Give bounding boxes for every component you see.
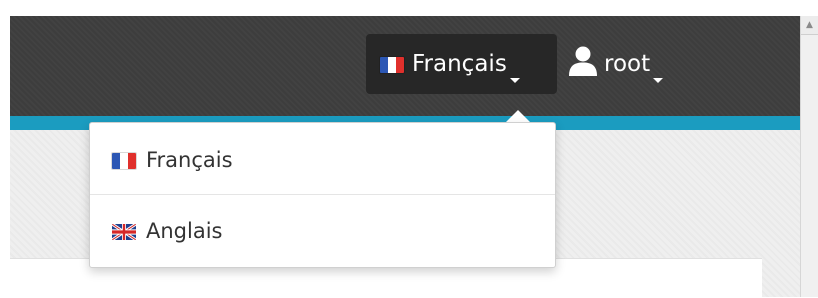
france-flag-icon (380, 57, 404, 73)
language-option-anglais[interactable]: Anglais (90, 196, 555, 266)
language-dropdown-menu: Français Anglais (89, 122, 556, 268)
language-option-label: Anglais (146, 219, 223, 243)
dropdown-pointer (506, 110, 530, 122)
caret-down-icon (509, 78, 520, 83)
current-language-label: Français (412, 51, 507, 77)
username-label: root (604, 51, 651, 77)
user-icon (569, 46, 597, 76)
uk-flag-icon (112, 224, 136, 240)
language-option-label: Français (146, 148, 233, 172)
language-option-francais[interactable]: Français (90, 125, 555, 195)
user-menu-toggle[interactable]: root (568, 34, 664, 94)
vertical-scrollbar[interactable]: ▲ (800, 16, 818, 297)
language-dropdown-toggle[interactable]: Français (366, 34, 557, 94)
scroll-up-arrow-icon[interactable]: ▲ (801, 16, 818, 35)
france-flag-icon (112, 153, 136, 169)
caret-down-icon (653, 78, 664, 83)
